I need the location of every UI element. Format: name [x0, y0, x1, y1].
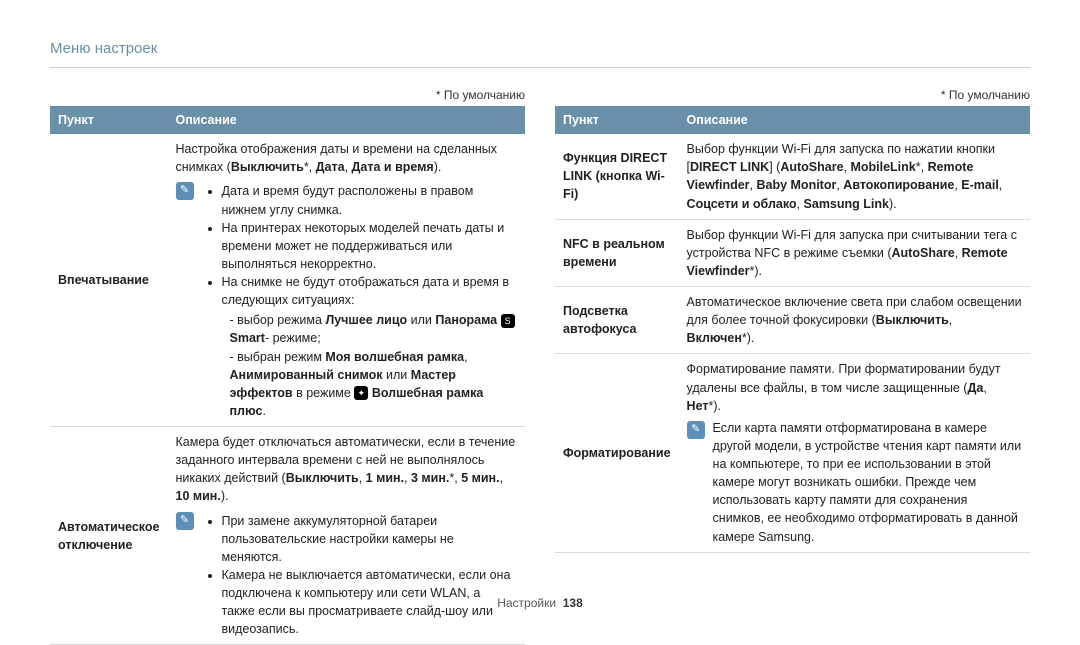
col-header-desc: Описание — [168, 106, 526, 134]
row-format: Форматирование Форматирование памяти. Пр… — [555, 354, 1030, 552]
col-header-item: Пункт — [50, 106, 168, 134]
col-header-desc: Описание — [679, 106, 1030, 134]
row-direct-link: Функция DIRECT LINK (кнопка Wi-Fi) Выбор… — [555, 134, 1030, 219]
note-block: ✎ Дата и время будут расположены в право… — [176, 180, 518, 420]
col-header-item: Пункт — [555, 106, 679, 134]
note-bullet: На принтерах некоторых моделей печать да… — [222, 219, 518, 273]
note-body: При замене аккумуляторной батареи пользо… — [202, 510, 518, 639]
footer-page-number: 138 — [563, 596, 583, 610]
desc-intro: Настройка отображения даты и времени на … — [176, 140, 518, 176]
note-icon: ✎ — [176, 182, 194, 200]
note-sublist: выбор режима Лучшее лицо или Панорама S … — [222, 311, 518, 420]
note-bullet: Дата и время будут расположены в правом … — [222, 182, 518, 218]
left-column: * По умолчанию Пункт Описание Впечатыван… — [50, 88, 525, 645]
default-note-right: * По умолчанию — [555, 88, 1030, 102]
note-icon: ✎ — [176, 512, 194, 530]
row-desc: Форматирование памяти. При форматировани… — [679, 354, 1030, 552]
desc-intro: Форматирование памяти. При форматировани… — [687, 360, 1022, 414]
desc-intro: Камера будет отключаться автоматически, … — [176, 433, 518, 506]
note-icon: ✎ — [687, 421, 705, 439]
note-body: Дата и время будут расположены в правом … — [202, 180, 518, 420]
row-imprint: Впечатывание Настройка отображения даты … — [50, 134, 525, 426]
row-af-light: Подсветка автофокуса Автоматическое вклю… — [555, 287, 1030, 354]
row-label: Подсветка автофокуса — [555, 287, 679, 354]
row-label: Впечатывание — [50, 134, 168, 426]
note-text: На снимке не будут отображаться дата и в… — [222, 275, 510, 307]
row-desc: Выбор функции Wi-Fi для запуска по нажат… — [679, 134, 1030, 219]
row-desc: Автоматическое включение света при слабо… — [679, 287, 1030, 354]
row-nfc: NFC в реальном времени Выбор функции Wi-… — [555, 219, 1030, 286]
row-label: Автоматическое отключение — [50, 427, 168, 645]
row-desc: Настройка отображения даты и времени на … — [168, 134, 526, 426]
default-note-left: * По умолчанию — [50, 88, 525, 102]
row-desc: Камера будет отключаться автоматически, … — [168, 427, 526, 645]
row-auto-off: Автоматическое отключение Камера будет о… — [50, 427, 525, 645]
note-bullets: При замене аккумуляторной батареи пользо… — [202, 512, 518, 639]
note-bullets: Дата и время будут расположены в правом … — [202, 182, 518, 420]
page-footer: Настройки 138 — [0, 596, 1080, 610]
breadcrumb: Меню настроек — [50, 40, 1030, 68]
note-bullet: При замене аккумуляторной батареи пользо… — [222, 512, 518, 566]
note-sub: выбран режим Моя волшебная рамка, Анимир… — [230, 348, 518, 421]
row-label: NFC в реальном времени — [555, 219, 679, 286]
right-column: * По умолчанию Пункт Описание Функция DI… — [555, 88, 1030, 645]
left-table: Пункт Описание Впечатывание Настройка от… — [50, 106, 525, 645]
note-sub: выбор режима Лучшее лицо или Панорама S … — [230, 311, 518, 347]
page: Меню настроек * По умолчанию Пункт Описа… — [0, 0, 1080, 630]
note-body: Если карта памяти отформатирована в каме… — [713, 419, 1022, 546]
right-table: Пункт Описание Функция DIRECT LINK (кноп… — [555, 106, 1030, 553]
footer-section: Настройки — [497, 596, 556, 610]
note-bullet: На снимке не будут отображаться дата и в… — [222, 273, 518, 420]
content-columns: * По умолчанию Пункт Описание Впечатыван… — [50, 88, 1030, 645]
row-label: Форматирование — [555, 354, 679, 552]
note-block: ✎ При замене аккумуляторной батареи поль… — [176, 510, 518, 639]
row-desc: Выбор функции Wi-Fi для запуска при счит… — [679, 219, 1030, 286]
note-block: ✎ Если карта памяти отформатирована в ка… — [687, 419, 1022, 546]
row-label: Функция DIRECT LINK (кнопка Wi-Fi) — [555, 134, 679, 219]
